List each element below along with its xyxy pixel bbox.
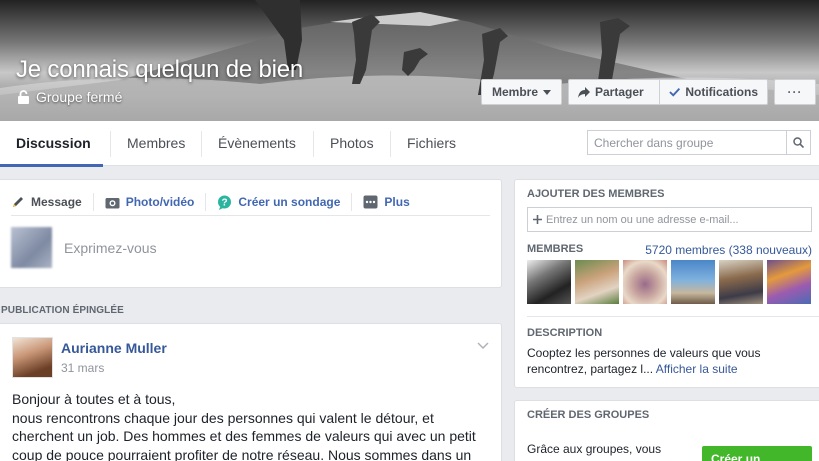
composer-tab-more[interactable]: Plus (363, 193, 420, 211)
create-groups-box: CRÉER DES GROUPES Grâce aux groupes, vou… (514, 400, 819, 461)
tab-separator (313, 131, 314, 157)
share-arrow-icon (578, 86, 590, 98)
current-user-avatar (11, 227, 52, 268)
members-sidebar-box: AJOUTER DES MEMBRES Entrez un nom ou une… (514, 179, 819, 388)
member-photo[interactable] (671, 260, 715, 304)
member-photo[interactable] (575, 260, 619, 304)
chevron-down-icon (477, 342, 489, 350)
share-button[interactable]: Partager (568, 79, 659, 105)
member-photo[interactable] (767, 260, 811, 304)
svg-text:?: ? (222, 197, 228, 208)
show-more-link[interactable]: Afficher la suite (656, 362, 738, 376)
composer-tab-message[interactable]: Message (11, 193, 94, 211)
description-heading: DESCRIPTION (527, 327, 603, 339)
composer-tab-photo-video[interactable]: Photo/vidéo (105, 193, 207, 211)
privacy-label: Groupe fermé (36, 89, 123, 105)
more-dots-icon (363, 195, 378, 209)
add-members-input[interactable]: Entrez un nom ou une adresse e-mail... (527, 207, 812, 232)
member-thumbnails (527, 260, 811, 304)
more-dots-icon: ··· (787, 85, 803, 99)
members-heading: MEMBRES (527, 243, 584, 255)
tab-events[interactable]: Évènements (218, 121, 296, 166)
create-group-button[interactable]: Créer un groupe (702, 446, 812, 461)
composer-divider (11, 215, 490, 216)
tab-separator (201, 131, 202, 157)
post-line: nous rencontrons chaque jour des personn… (12, 409, 434, 426)
post-line: Bonjour à toutes et à tous, (12, 391, 176, 407)
composer-tab-poll[interactable]: ? Créer un sondage (217, 193, 353, 211)
more-options-button[interactable]: ··· (774, 79, 816, 105)
search-button[interactable] (786, 131, 810, 154)
tab-members[interactable]: Membres (127, 121, 185, 166)
post-date[interactable]: 31 mars (61, 361, 104, 375)
plus-icon (533, 215, 542, 224)
group-search-input[interactable]: Chercher dans groupe (587, 130, 811, 155)
add-members-placeholder: Entrez un nom ou une adresse e-mail... (546, 213, 739, 226)
post-line: cherchent un job. Des hommes et des femm… (12, 428, 476, 444)
group-privacy: Groupe fermé (17, 89, 122, 105)
post-options-button[interactable] (477, 338, 489, 352)
tab-separator (110, 131, 111, 157)
composer-tab-label: Plus (384, 195, 410, 209)
pencil-icon (13, 197, 23, 207)
composer-tab-label: Photo/vidéo (125, 195, 195, 209)
add-members-heading: AJOUTER DES MEMBRES (527, 188, 665, 200)
group-description: Cooptez les personnes de valeurs que vou… (527, 345, 799, 377)
tab-separator (390, 131, 391, 157)
tab-discussion[interactable]: Discussion (0, 121, 103, 167)
member-button[interactable]: Membre (481, 79, 562, 105)
share-label: Partager (595, 85, 644, 99)
post-body: Bonjour à toutes et à tous, nous rencont… (12, 390, 492, 461)
members-count-link[interactable]: 5720 membres (338 nouveaux) (645, 243, 812, 257)
create-groups-text: Grâce aux groupes, vous (527, 442, 662, 456)
pinned-post: Aurianne Muller 31 mars Bonjour à toutes… (0, 323, 502, 461)
tab-photos[interactable]: Photos (330, 121, 374, 166)
notifications-button[interactable]: Notifications (659, 79, 768, 105)
create-groups-heading: CRÉER DES GROUPES (527, 409, 650, 421)
composer-tab-label: Créer un sondage (238, 195, 341, 209)
post-author[interactable]: Aurianne Muller (61, 340, 167, 356)
sidebar-divider (527, 316, 819, 317)
composer-tab-label: Message (31, 195, 82, 209)
chevron-down-icon (543, 89, 551, 95)
search-placeholder: Chercher dans groupe (594, 136, 714, 150)
group-tab-bar: Discussion Membres Évènements Photos Fic… (0, 121, 819, 167)
tab-files[interactable]: Fichiers (407, 121, 456, 166)
member-photo[interactable] (527, 260, 571, 304)
pinned-post-heading: PUBLICATION ÉPINGLÉE (1, 305, 124, 316)
cover-actions: Membre Partager Notifications ··· (481, 79, 816, 105)
search-icon (793, 137, 804, 148)
post-composer: Message Photo/vidéo ? Créer un sondage P… (0, 179, 502, 288)
post-line: coup de pouce pourraient profiter de not… (12, 446, 472, 461)
member-photo[interactable] (623, 260, 667, 304)
group-title[interactable]: Je connais quelqun de bien (16, 56, 303, 84)
group-cover-photo: Je connais quelqun de bien Groupe fermé … (0, 0, 819, 121)
author-avatar[interactable] (12, 337, 53, 378)
member-label: Membre (491, 85, 538, 99)
camera-icon (105, 197, 120, 208)
check-icon (669, 88, 681, 97)
notifications-label: Notifications (685, 85, 758, 99)
composer-input[interactable]: Exprimez-vous (64, 240, 157, 256)
poll-question-icon: ? (218, 195, 232, 210)
member-photo[interactable] (719, 260, 763, 304)
lock-icon (18, 89, 29, 104)
composer-tabs: Message Photo/vidéo ? Créer un sondage P… (11, 188, 432, 216)
